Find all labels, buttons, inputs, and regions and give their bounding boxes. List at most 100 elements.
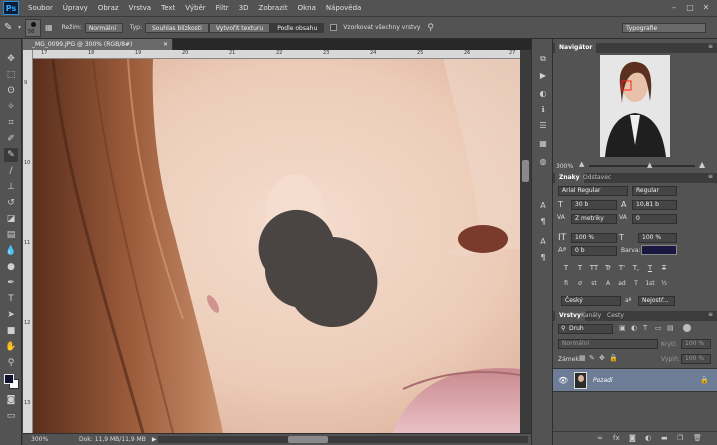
strikethrough-button[interactable]: T xyxy=(659,263,669,273)
all-caps-button[interactable]: TT xyxy=(589,263,599,273)
tab-channels[interactable]: Kanály xyxy=(577,311,605,321)
menu-zobrazit[interactable]: Zobrazit xyxy=(254,4,293,12)
sample-all-checkbox[interactable] xyxy=(330,24,338,31)
vertical-scale-field[interactable]: 100 % xyxy=(571,233,617,243)
menu-napoveda[interactable]: Nápověda xyxy=(321,4,366,12)
brush-size-picker[interactable]: 50 xyxy=(25,18,42,37)
leading-field[interactable]: 10,81 b xyxy=(632,200,677,210)
properties-panel-icon[interactable]: ☰ xyxy=(537,119,549,131)
small-caps-button[interactable]: Tr xyxy=(603,263,613,273)
type-create-texture-button[interactable]: Vytvořit texturu xyxy=(208,22,271,33)
font-size-field[interactable]: 30 b xyxy=(571,200,617,210)
delete-layer-icon[interactable]: 🗑 xyxy=(693,434,702,442)
adjustments-panel-icon[interactable]: ◐ xyxy=(537,87,549,99)
close-button[interactable]: ✕ xyxy=(701,3,711,13)
eraser-tool-icon[interactable]: ◪ xyxy=(4,212,18,226)
quick-select-tool-icon[interactable]: ✧ xyxy=(4,100,18,114)
filter-smart-icon[interactable]: ▤ xyxy=(667,324,674,332)
menu-obraz[interactable]: Obraz xyxy=(93,4,124,12)
menu-text[interactable]: Text xyxy=(156,4,180,12)
zoom-slider-handle[interactable]: ▲ xyxy=(647,161,652,169)
shape-tool-icon[interactable]: ■ xyxy=(4,324,18,338)
navigator-tab[interactable]: Navigátor xyxy=(555,43,597,53)
layer-row[interactable]: 👁 Pozadí 🔒 xyxy=(553,368,717,392)
opacity-field[interactable]: 100 % xyxy=(681,339,711,349)
layer-name[interactable]: Pozadí xyxy=(593,377,613,384)
horizontal-scale-field[interactable]: 100 % xyxy=(638,233,677,243)
info-panel-icon[interactable]: ℹ xyxy=(537,103,549,115)
maximize-button[interactable]: □ xyxy=(685,3,695,13)
lock-position-icon[interactable]: ✥ xyxy=(599,354,605,362)
foreground-color-swatch[interactable] xyxy=(4,374,14,384)
faux-bold-button[interactable]: T xyxy=(561,263,571,273)
fractions-button[interactable]: 1st xyxy=(645,279,655,289)
eyedropper-tool-icon[interactable]: ✐ xyxy=(4,132,18,146)
new-group-icon[interactable]: ▬ xyxy=(661,434,668,442)
tab-paragraph[interactable]: Odstavec xyxy=(579,173,615,183)
dodge-tool-icon[interactable]: ● xyxy=(4,260,18,274)
link-layers-icon[interactable]: ∞ xyxy=(597,434,603,442)
font-family-select[interactable]: Arial Regular xyxy=(558,186,628,196)
tracking-select[interactable]: 0 xyxy=(632,214,677,224)
pressure-icon[interactable]: ⚲ xyxy=(427,23,434,33)
swash-button[interactable]: A xyxy=(603,279,613,289)
screen-mode-icon[interactable]: ▭ xyxy=(4,409,18,423)
zoom-tool-icon[interactable]: ⚲ xyxy=(4,356,18,370)
zoom-out-icon[interactable]: ▲ xyxy=(579,160,584,168)
type-tool-icon[interactable]: T xyxy=(4,292,18,306)
document-tab[interactable]: _MG_0099.JPG @ 300% (RGB/8#) ✕ xyxy=(23,39,173,50)
menu-okna[interactable]: Okna xyxy=(293,4,321,12)
healing-brush-tool-icon[interactable]: ✎ xyxy=(4,148,18,162)
navigator-zoom[interactable]: 300% xyxy=(556,163,573,170)
scroll-thumb[interactable] xyxy=(522,160,529,182)
character-styles-icon[interactable]: A xyxy=(537,235,549,247)
gradient-tool-icon[interactable]: ▤ xyxy=(4,228,18,242)
crop-tool-icon[interactable]: ⌗ xyxy=(4,116,18,130)
subscript-button[interactable]: T, xyxy=(631,263,641,273)
brush-panel-icon[interactable]: ▦ xyxy=(45,23,53,32)
lock-transparent-icon[interactable]: ▦ xyxy=(579,354,586,362)
lock-all-icon[interactable]: 🔒 xyxy=(609,354,618,362)
horizontal-scrollbar[interactable] xyxy=(158,436,528,443)
minimize-button[interactable]: – xyxy=(669,3,679,13)
new-layer-icon[interactable]: ❐ xyxy=(677,434,683,442)
layer-style-icon[interactable]: fx xyxy=(613,434,620,442)
move-tool-icon[interactable]: ✥ xyxy=(4,52,18,66)
pen-tool-icon[interactable]: ✒ xyxy=(4,276,18,290)
underline-button[interactable]: T xyxy=(645,263,655,273)
adjustment-layer-icon[interactable]: ◐ xyxy=(645,434,651,442)
ligatures-button[interactable]: fi xyxy=(561,279,571,289)
filter-toggle-icon[interactable] xyxy=(683,324,691,332)
healing-brush-icon[interactable]: ✎ xyxy=(4,22,18,33)
lock-image-icon[interactable]: ✎ xyxy=(589,354,595,362)
type-content-aware-button[interactable]: Podle obsahu xyxy=(270,22,325,33)
lasso-tool-icon[interactable]: ʘ xyxy=(4,84,18,98)
filter-shape-icon[interactable]: ▭ xyxy=(655,324,662,332)
actions-panel-icon[interactable]: ▶ xyxy=(537,69,549,81)
clone-stamp-tool-icon[interactable]: ⊥ xyxy=(4,180,18,194)
zoom-in-icon[interactable]: ▲ xyxy=(699,160,705,169)
language-select[interactable]: Český xyxy=(561,296,621,306)
visibility-eye-icon[interactable]: 👁 xyxy=(558,376,568,385)
blend-mode-select[interactable]: Normální xyxy=(558,339,658,349)
brush-tool-icon[interactable]: ∕ xyxy=(4,164,18,178)
menu-soubor[interactable]: Soubor xyxy=(23,4,58,12)
hand-tool-icon[interactable]: ✋ xyxy=(4,340,18,354)
font-style-select[interactable]: Regular xyxy=(632,186,677,196)
kerning-select[interactable]: Z metriky xyxy=(571,214,617,224)
superscript-button[interactable]: T' xyxy=(617,263,627,273)
filter-type-icon[interactable]: T xyxy=(643,324,647,332)
mode-select[interactable]: Normální xyxy=(84,22,123,33)
history-brush-tool-icon[interactable]: ↺ xyxy=(4,196,18,210)
menu-3d[interactable]: 3D xyxy=(234,4,254,12)
zoom-slider[interactable] xyxy=(589,165,695,167)
zoom-level[interactable]: 300% xyxy=(31,436,71,443)
paragraph-panel-icon[interactable]: ¶ xyxy=(537,215,549,227)
menu-upravy[interactable]: Úpravy xyxy=(58,4,93,12)
h-scroll-thumb[interactable] xyxy=(288,436,328,443)
path-select-tool-icon[interactable]: ➤ xyxy=(4,308,18,322)
quick-mask-icon[interactable]: ◙ xyxy=(4,393,18,407)
brush-presets-panel-icon[interactable]: ◍ xyxy=(537,155,549,167)
old-style-button[interactable]: ½ xyxy=(659,279,669,289)
faux-italic-button[interactable]: T xyxy=(575,263,585,273)
